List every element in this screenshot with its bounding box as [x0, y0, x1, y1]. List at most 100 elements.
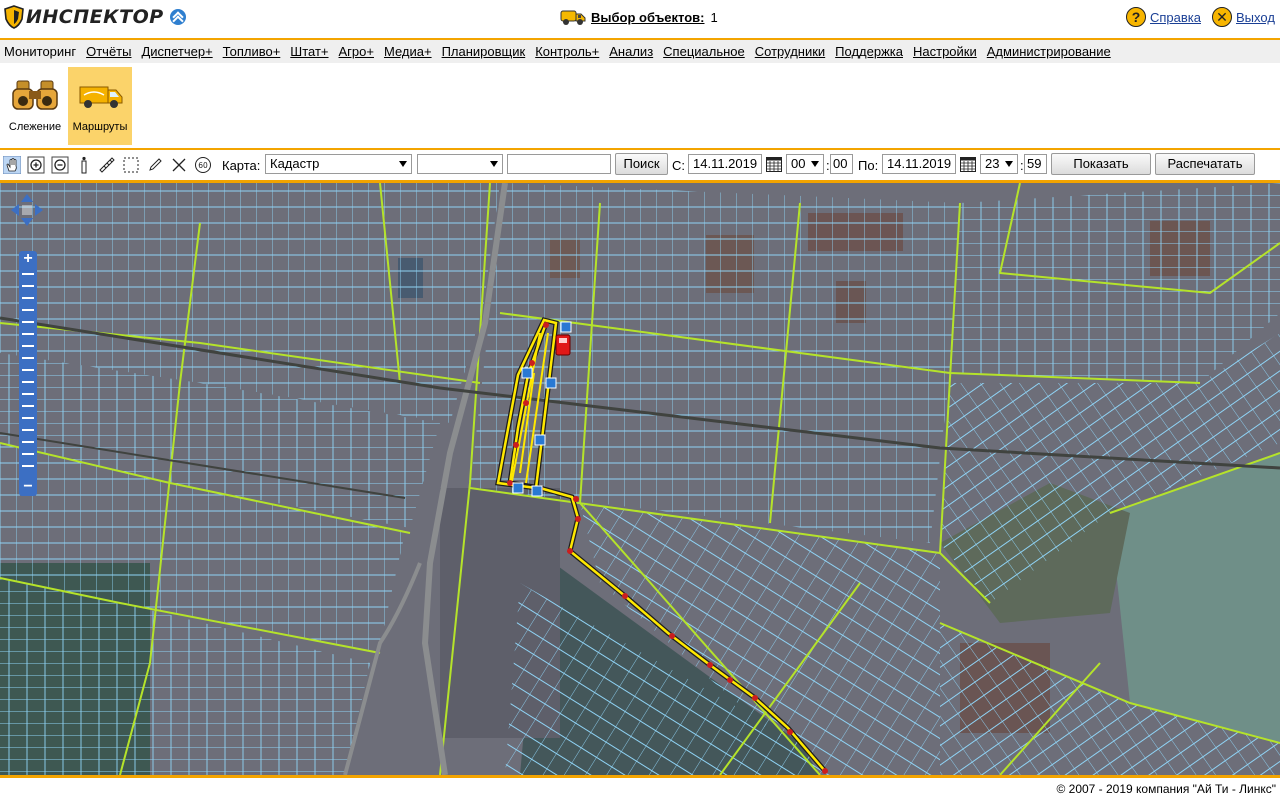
zoom-level-tick	[22, 429, 34, 431]
app-logo[interactable]: ИНСПЕКТОР	[4, 5, 186, 29]
footer: © 2007 - 2019 компания "Ай Ти - Линкс"	[0, 781, 1280, 800]
zoom-level-tick	[22, 417, 34, 419]
menu-item-monitoring[interactable]: Мониторинг	[4, 44, 76, 59]
zoom-level-tick	[22, 441, 34, 443]
chevron-down-icon	[1005, 161, 1013, 167]
zoom-level-tick	[22, 273, 34, 275]
menu-item-planner[interactable]: Планировщик	[442, 44, 526, 59]
zoom-level-tick	[22, 393, 34, 395]
zoom-plus-icon[interactable]: +	[19, 251, 37, 267]
zoom-level-tick	[22, 297, 34, 299]
submenu-tracking-label: Слежение	[8, 121, 62, 133]
satellite-map[interactable]	[0, 183, 1280, 775]
zoom-minus-icon[interactable]: −	[19, 479, 37, 495]
from-date-value: 14.11.2019	[693, 156, 758, 171]
submenu-routes[interactable]: Маршруты	[68, 67, 132, 145]
main-menu: Мониторинг Отчёты Диспетчер+ Топливо+ Шт…	[0, 38, 1280, 63]
menu-item-fuel[interactable]: Топливо+	[223, 44, 281, 59]
zoom-in-icon[interactable]	[27, 156, 45, 174]
menu-item-settings[interactable]: Настройки	[913, 44, 977, 59]
map-view[interactable]: + −	[0, 180, 1280, 778]
zoom-out-icon[interactable]	[51, 156, 69, 174]
vehicle-marker[interactable]	[555, 334, 571, 356]
menu-item-staff[interactable]: Штат+	[290, 44, 328, 59]
submenu-tracking[interactable]: Слежение	[3, 67, 67, 145]
map-type-select[interactable]: Кадастр	[265, 154, 412, 174]
zoom-level-tick	[22, 465, 34, 467]
from-label: С:	[672, 158, 685, 173]
map-toolbar: 60 Карта: Кадастр Поиск С: 14.11.2019 00…	[0, 148, 1280, 178]
close-icon: ✕	[1212, 7, 1232, 27]
to-minute-input[interactable]: 59	[1024, 154, 1047, 174]
submenu-routes-label: Маршруты	[72, 121, 128, 133]
from-hour-value: 00	[791, 156, 806, 171]
zoom-level-tick	[22, 333, 34, 335]
pencil-icon[interactable]	[146, 156, 164, 174]
map-type-value: Кадастр	[270, 156, 320, 171]
chevron-down-icon	[490, 161, 498, 167]
to-date-input[interactable]: 14.11.2019	[882, 154, 956, 174]
zoom-level-tick	[22, 369, 34, 371]
zoom-level-tick	[22, 345, 34, 347]
menu-item-special[interactable]: Специальное	[663, 44, 745, 59]
zoom-level-tick	[22, 321, 34, 323]
to-minute-value: 59	[1027, 156, 1042, 171]
logo-text: ИНСПЕКТОР	[26, 6, 164, 28]
chevron-down-icon	[811, 161, 819, 167]
zoom-level-tick	[22, 405, 34, 407]
svg-text:60: 60	[198, 161, 208, 170]
show-button[interactable]: Показать	[1051, 153, 1151, 175]
rect-select-icon[interactable]	[122, 156, 140, 174]
scale-60-icon[interactable]: 60	[194, 156, 212, 174]
clear-icon[interactable]	[170, 156, 188, 174]
menu-item-control[interactable]: Контроль+	[535, 44, 599, 59]
exit-link[interactable]: ✕ Выход	[1212, 7, 1275, 27]
to-hour-value: 23	[985, 156, 1000, 171]
objects-count: 1	[710, 9, 718, 25]
from-hour-select[interactable]: 00	[786, 154, 824, 174]
calendar-icon[interactable]	[766, 157, 782, 172]
zoom-slider[interactable]: + −	[19, 251, 37, 496]
zoom-level-tick	[22, 285, 34, 287]
menu-item-agro[interactable]: Агро+	[339, 44, 374, 59]
exit-label[interactable]: Выход	[1236, 10, 1275, 25]
hand-pan-icon[interactable]	[3, 156, 21, 174]
object-selector[interactable]: Выбор объектов: 1	[560, 6, 718, 28]
to-date-value: 14.11.2019	[887, 156, 952, 171]
zoom-level-tick	[22, 357, 34, 359]
collapse-up-icon[interactable]	[169, 9, 186, 25]
map-label: Карта:	[222, 158, 261, 173]
zoom-level-tick	[22, 453, 34, 455]
objects-label[interactable]: Выбор объектов:	[591, 10, 704, 25]
from-minute-value: 00	[833, 156, 848, 171]
menu-item-media[interactable]: Медиа+	[384, 44, 432, 59]
copyright-text: © 2007 - 2019 компания "Ай Ти - Линкс"	[1056, 782, 1276, 796]
from-minute-input[interactable]: 00	[830, 154, 853, 174]
menu-item-employees[interactable]: Сотрудники	[755, 44, 825, 59]
info-icon[interactable]	[75, 156, 93, 174]
menu-item-dispatcher[interactable]: Диспетчер+	[141, 44, 212, 59]
to-hour-select[interactable]: 23	[980, 154, 1018, 174]
to-label: По:	[858, 158, 879, 173]
menu-item-reports[interactable]: Отчёты	[86, 44, 131, 59]
from-date-input[interactable]: 14.11.2019	[688, 154, 762, 174]
chevron-down-icon	[399, 161, 407, 167]
header: ИНСПЕКТОР Выбор объектов: 1 ? Справка ✕ …	[0, 0, 1280, 34]
menu-item-administration[interactable]: Администрирование	[987, 44, 1111, 59]
search-button[interactable]: Поиск	[615, 153, 668, 175]
print-button[interactable]: Распечатать	[1155, 153, 1255, 175]
zoom-level-tick	[22, 309, 34, 311]
pan-control[interactable]	[10, 193, 44, 227]
binoculars-icon	[12, 80, 58, 110]
ruler-icon[interactable]	[98, 156, 116, 174]
help-link[interactable]: ? Справка	[1126, 7, 1201, 27]
search-input[interactable]	[507, 154, 611, 174]
menu-item-support[interactable]: Поддержка	[835, 44, 903, 59]
zoom-level-tick	[22, 381, 34, 383]
help-label[interactable]: Справка	[1150, 10, 1201, 25]
truck-icon	[560, 10, 586, 25]
menu-item-analysis[interactable]: Анализ	[609, 44, 653, 59]
layer-select[interactable]	[417, 154, 503, 174]
shield-logo-icon	[4, 5, 24, 29]
calendar-icon[interactable]	[960, 157, 976, 172]
